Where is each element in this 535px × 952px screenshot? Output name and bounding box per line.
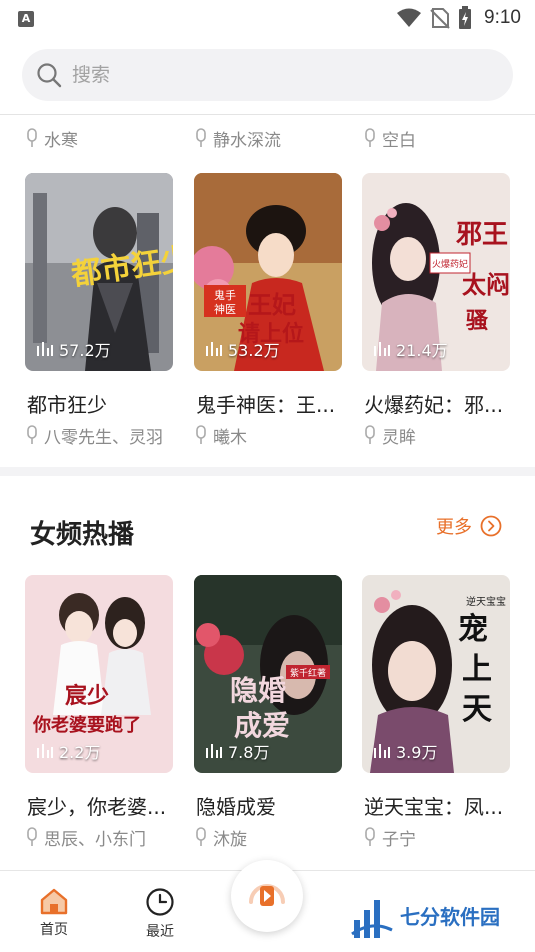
cover-title-text: 隐婚 <box>230 674 286 707</box>
bar-chart-icon <box>206 342 222 356</box>
cover-title-text: 宸少 <box>65 683 109 709</box>
cover-subtitle-text: 紫千红著 <box>290 667 326 679</box>
microphone-icon <box>365 827 375 846</box>
book-cover[interactable]: 鬼手 神医 王妃 请上位 53.2万 <box>194 173 342 371</box>
nav-home-label: 首页 <box>40 922 68 938</box>
cover-subtitle-text: 鬼手 <box>214 288 236 302</box>
play-icon <box>249 884 285 906</box>
cover-title-text: 王妃 <box>248 290 296 319</box>
play-count: 3.9万 <box>374 739 437 763</box>
microphone-icon <box>196 425 206 444</box>
narrator-label: 静水深流 <box>195 126 281 150</box>
cover-title-text: 宠 <box>458 612 488 647</box>
now-playing-button[interactable] <box>231 860 303 932</box>
cover-title-text: 你老婆要跑了 <box>32 714 141 736</box>
narrator-label: 子宁 <box>364 825 416 849</box>
microphone-icon <box>196 128 206 147</box>
app-notification-icon: A <box>18 11 34 27</box>
clock-icon <box>146 888 174 916</box>
wifi-icon <box>397 8 422 27</box>
cover-title-text: 上 <box>462 652 492 687</box>
book-cover[interactable]: 都市狂少 57.2万 <box>25 173 173 371</box>
book-title[interactable]: 都市狂少 <box>27 389 177 418</box>
search-icon <box>37 63 62 88</box>
microphone-icon <box>196 827 206 846</box>
cover-subtitle-text: 逆天宝宝 <box>466 595 506 608</box>
book-title[interactable]: 宸少，你老婆... <box>27 791 177 820</box>
section-title: 女频热播 <box>30 520 135 550</box>
home-icon <box>40 888 68 915</box>
search-bar[interactable] <box>22 49 513 101</box>
narrator-label: 曦木 <box>195 423 247 447</box>
bar-chart-icon <box>374 744 390 758</box>
search-input[interactable] <box>72 64 452 86</box>
cover-title-text: 邪王 <box>455 220 508 250</box>
book-cover[interactable]: 逆天宝宝 宠 上 天 3.9万 <box>362 575 510 773</box>
book-title[interactable]: 鬼手神医：王... <box>196 389 346 418</box>
status-icons: 9:10 <box>396 6 521 30</box>
cover-title-text: 天 <box>462 692 492 727</box>
book-title[interactable]: 隐婚成爱 <box>196 791 346 820</box>
cover-title-text: 太闷 <box>462 270 510 299</box>
no-sim-icon <box>430 8 450 29</box>
cover-title-text: 成爱 <box>234 709 290 742</box>
microphone-icon <box>365 128 375 147</box>
more-button[interactable]: 更多 <box>436 513 502 539</box>
cover-subtitle-text: 火爆药妃 <box>432 258 468 270</box>
play-count: 7.8万 <box>206 739 269 763</box>
status-bar: A 9:10 <box>0 0 535 36</box>
watermark-text: 七分软件园 <box>400 904 500 929</box>
book-cover[interactable]: 火爆药妃 邪王 太闷 骚 21.4万 <box>362 173 510 371</box>
narrator-label: 思辰、小东门 <box>26 825 146 849</box>
play-count: 57.2万 <box>37 337 111 361</box>
chevron-right-circle-icon <box>480 515 502 537</box>
battery-charging-icon <box>459 6 472 29</box>
bar-chart-icon <box>37 342 53 356</box>
nav-recent[interactable]: 最近 <box>130 887 190 941</box>
watermark-logo: 七分软件园 <box>350 880 530 950</box>
section-divider <box>0 467 535 476</box>
book-title[interactable]: 火爆药妃：邪... <box>364 389 514 418</box>
microphone-icon <box>27 827 37 846</box>
cover-subtitle-text: 神医 <box>214 302 236 316</box>
bar-chart-icon <box>37 744 53 758</box>
bar-chart-logo-icon <box>351 900 393 938</box>
header-divider <box>0 114 535 115</box>
book-cover[interactable]: 宸少 你老婆要跑了 2.2万 <box>25 575 173 773</box>
narrator-label: 水寒 <box>26 126 78 150</box>
microphone-icon <box>27 425 37 444</box>
play-count: 53.2万 <box>206 337 280 361</box>
cover-title-text: 骚 <box>466 308 489 334</box>
narrator-label: 灵眸 <box>364 423 416 447</box>
bar-chart-icon <box>206 744 222 758</box>
narrator-label: 沐旋 <box>195 825 247 849</box>
play-count: 2.2万 <box>37 739 100 763</box>
play-count: 21.4万 <box>374 337 448 361</box>
book-cover[interactable]: 紫千红著 隐婚 成爱 7.8万 <box>194 575 342 773</box>
narrator-label: 八零先生、灵羽 <box>26 423 163 447</box>
microphone-icon <box>27 128 37 147</box>
nav-home[interactable]: 首页 <box>24 887 84 939</box>
book-title[interactable]: 逆天宝宝：凤... <box>364 791 514 820</box>
narrator-label: 空白 <box>364 126 416 150</box>
bar-chart-icon <box>374 342 390 356</box>
status-time: 9:10 <box>484 7 521 28</box>
nav-recent-label: 最近 <box>146 924 174 940</box>
microphone-icon <box>365 425 375 444</box>
